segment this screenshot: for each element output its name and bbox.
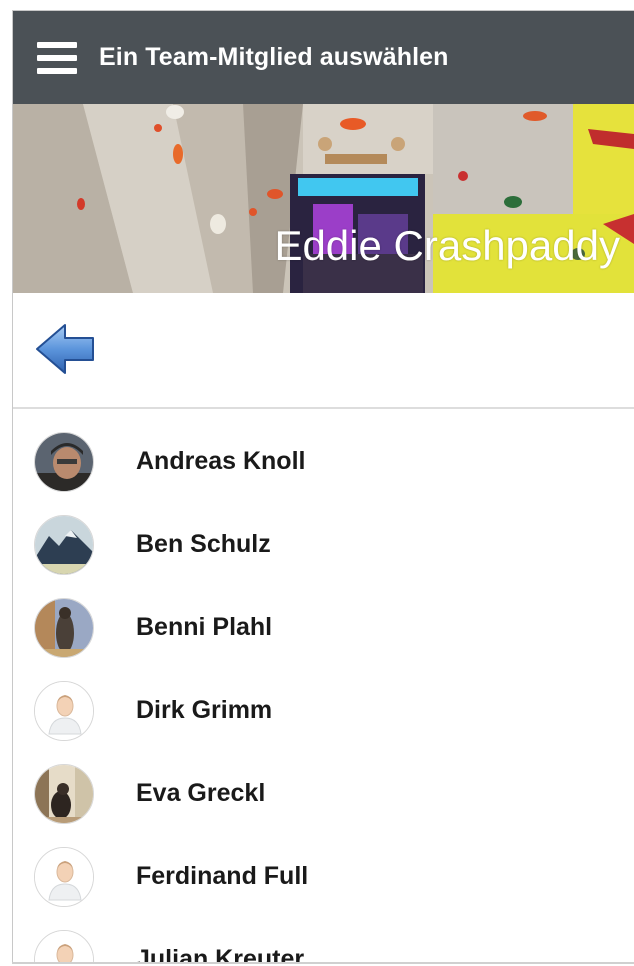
app-screen: Ein Team-Mitglied auswählen Eddie Crashp… xyxy=(0,0,634,966)
list-item[interactable]: Julian Kreuter xyxy=(13,918,634,966)
member-name: Ben Schulz xyxy=(136,530,271,558)
avatar xyxy=(34,680,94,741)
member-name: Andreas Knoll xyxy=(136,447,306,475)
hamburger-menu-icon[interactable] xyxy=(37,41,77,74)
bottom-edge xyxy=(12,962,634,966)
avatar xyxy=(34,514,94,575)
member-name: Benni Plahl xyxy=(136,613,273,641)
avatar xyxy=(34,929,94,966)
list-item[interactable]: Ben Schulz xyxy=(13,503,634,586)
app-bar: Ein Team-Mitglied auswählen xyxy=(13,11,634,104)
avatar xyxy=(34,846,94,907)
member-list: Andreas Knoll Ben Schulz Benni Plahl Dir… xyxy=(13,420,634,966)
avatar xyxy=(34,597,94,658)
member-name: Eva Greckl xyxy=(136,779,266,807)
team-name: Eddie Crashpaddy xyxy=(274,222,620,269)
avatar xyxy=(34,763,94,824)
list-item[interactable]: Dirk Grimm xyxy=(13,669,634,752)
team-banner: Eddie Crashpaddy xyxy=(13,104,634,293)
member-name: Ferdinand Full xyxy=(136,862,309,890)
list-item[interactable]: Ferdinand Full xyxy=(13,835,634,918)
action-bar xyxy=(13,293,634,409)
avatar xyxy=(34,431,94,492)
list-item[interactable]: Benni Plahl xyxy=(13,586,634,669)
member-name: Dirk Grimm xyxy=(136,696,273,724)
back-arrow-icon[interactable] xyxy=(35,323,97,375)
list-item[interactable]: Andreas Knoll xyxy=(13,420,634,503)
list-item[interactable]: Eva Greckl xyxy=(13,752,634,835)
page-title: Ein Team-Mitglied auswählen xyxy=(99,43,449,71)
